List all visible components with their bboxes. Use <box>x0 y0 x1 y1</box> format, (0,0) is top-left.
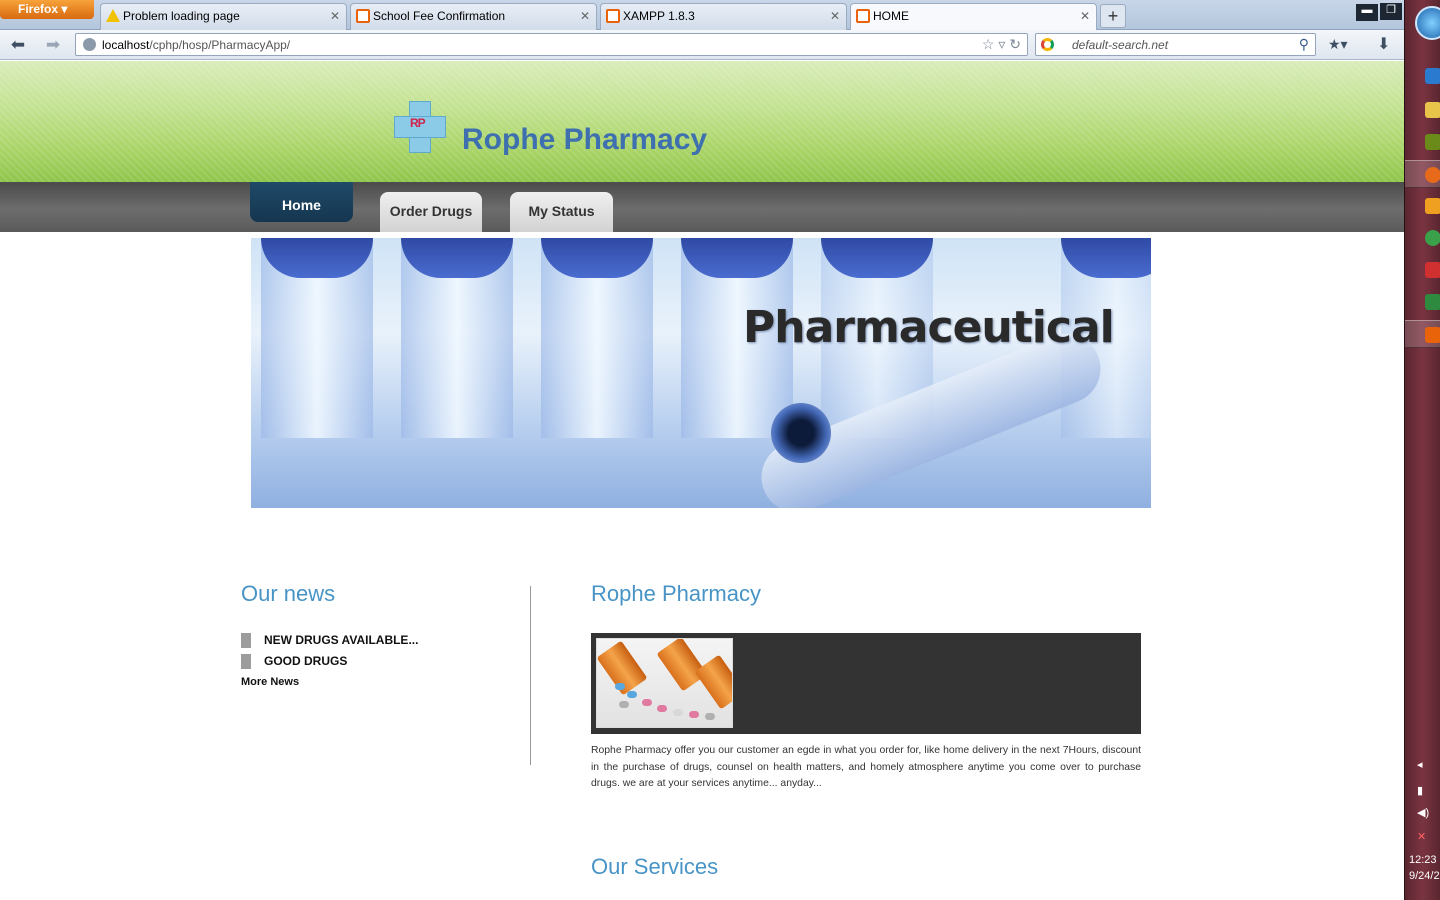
bookmarks-icon[interactable]: ★▾ <box>1328 36 1348 53</box>
tab-problem-loading[interactable]: Problem loading page ✕ <box>100 3 347 30</box>
warning-icon <box>106 9 120 22</box>
page-viewport: RP Rophe Pharmacy Home Order Drugs My St… <box>0 61 1404 900</box>
clock-date: 9/24/2 <box>1409 870 1440 882</box>
google-icon <box>1041 38 1054 51</box>
back-arrow-icon[interactable]: ⬅ <box>7 36 29 54</box>
bullet-marker <box>241 654 251 669</box>
ie-icon[interactable] <box>1425 68 1440 84</box>
banner-text: Pharmaceutical <box>743 302 1115 353</box>
network-icon[interactable]: ✕ <box>1417 830 1430 843</box>
site-title: Rophe Pharmacy <box>462 123 708 156</box>
search-placeholder: default-search.net <box>1072 38 1169 52</box>
bullet-marker <box>241 633 251 648</box>
firefox-menu-button[interactable]: Firefox ▾ <box>0 0 94 19</box>
news-item-label: GOOD DRUGS <box>264 654 348 668</box>
chart-icon[interactable] <box>1425 294 1440 310</box>
close-icon[interactable]: ✕ <box>580 9 590 23</box>
start-orb-icon[interactable] <box>1415 6 1440 40</box>
media-player-icon[interactable] <box>1425 198 1440 214</box>
news-item-label: NEW DRUGS AVAILABLE... <box>264 633 419 647</box>
download-icon[interactable]: ⬇ <box>1377 34 1390 54</box>
menu-home[interactable]: Home <box>250 182 353 222</box>
tray-expand-icon[interactable]: ◂ <box>1417 758 1430 771</box>
tab-label: Problem loading page <box>123 9 240 23</box>
folder-icon[interactable] <box>1425 102 1440 118</box>
globe-icon <box>83 38 96 51</box>
menu-order-drugs[interactable]: Order Drugs <box>380 192 482 232</box>
battery-icon[interactable]: ▮ <box>1417 784 1430 797</box>
dreamweaver-icon[interactable] <box>1425 134 1440 150</box>
clock-time: 12:23 <box>1409 854 1437 866</box>
xampp-icon <box>1425 327 1440 343</box>
forward-arrow-icon[interactable]: ➡ <box>42 36 64 54</box>
tab-label: School Fee Confirmation <box>373 9 506 23</box>
url-host: localhost <box>102 38 150 52</box>
column-divider <box>530 586 531 765</box>
clock[interactable]: 12:23 9/24/2 <box>1409 852 1440 884</box>
chrome-icon[interactable] <box>1425 230 1440 246</box>
search-icon[interactable]: ⚲ <box>1299 36 1309 53</box>
taskbar-xampp-slot[interactable] <box>1405 320 1440 348</box>
firefox-menu-label: Firefox <box>18 2 59 16</box>
browser-tab-bar: Firefox ▾ Problem loading page ✕ School … <box>0 0 1404 31</box>
pharmacy-cross-logo: RP <box>394 101 446 153</box>
volume-icon[interactable]: ◀) <box>1417 806 1430 819</box>
pharmaceutical-banner: Pharmaceutical <box>251 238 1151 508</box>
close-icon[interactable]: ✕ <box>1080 9 1090 23</box>
browser-nav-bar: ⬅ ➡ localhost/cphp/hosp/PharmacyApp/ ☆ ▿… <box>0 30 1404 60</box>
tab-school-fee[interactable]: School Fee Confirmation ✕ <box>350 3 597 30</box>
window-controls: ▬ ❐ <box>1354 0 1402 21</box>
search-input[interactable]: default-search.net ⚲ <box>1035 33 1316 56</box>
site-header: RP Rophe Pharmacy <box>0 61 1404 182</box>
url-field[interactable]: localhost/cphp/hosp/PharmacyApp/ ☆ ▿ ↻ <box>75 33 1028 56</box>
bookmark-star-icon[interactable]: ☆ ▿ ↻ <box>982 36 1021 53</box>
menu-my-status[interactable]: My Status <box>510 192 613 232</box>
tab-label: HOME <box>873 9 909 23</box>
firefox-icon <box>1425 167 1440 183</box>
more-news-link[interactable]: More News <box>241 676 299 688</box>
xampp-icon <box>856 9 870 23</box>
close-icon[interactable]: ✕ <box>830 9 840 23</box>
news-item[interactable]: NEW DRUGS AVAILABLE... <box>241 633 418 648</box>
about-heading: Rophe Pharmacy <box>591 581 761 606</box>
url-path: /cphp/hosp/PharmacyApp/ <box>149 38 291 52</box>
news-item[interactable]: GOOD DRUGS <box>241 654 347 669</box>
windows-taskbar: ◂ ▮ ◀) ✕ 12:23 9/24/2 <box>1404 0 1440 900</box>
close-icon[interactable]: ✕ <box>330 9 340 23</box>
minimize-icon[interactable]: ▬ <box>1356 4 1378 21</box>
about-paragraph: Rophe Pharmacy offer you our customer an… <box>591 745 1141 789</box>
tab-xampp[interactable]: XAMPP 1.8.3 ✕ <box>600 3 847 30</box>
taskbar-firefox-slot[interactable] <box>1405 160 1440 188</box>
news-heading: Our news <box>241 581 336 606</box>
app-icon[interactable] <box>1425 262 1440 278</box>
about-image-box <box>591 633 1141 734</box>
xampp-icon <box>356 9 370 23</box>
xampp-icon <box>606 9 620 23</box>
logo-letters: RP <box>410 116 426 130</box>
restore-icon[interactable]: ❐ <box>1380 3 1402 20</box>
pill-bottles-image <box>596 638 733 728</box>
services-heading: Our Services <box>591 854 719 879</box>
new-tab-button[interactable]: + <box>1100 4 1126 28</box>
main-menu: Home Order Drugs My Status <box>0 182 1404 232</box>
tab-label: XAMPP 1.8.3 <box>623 9 695 23</box>
tab-home[interactable]: HOME ✕ <box>850 3 1097 31</box>
